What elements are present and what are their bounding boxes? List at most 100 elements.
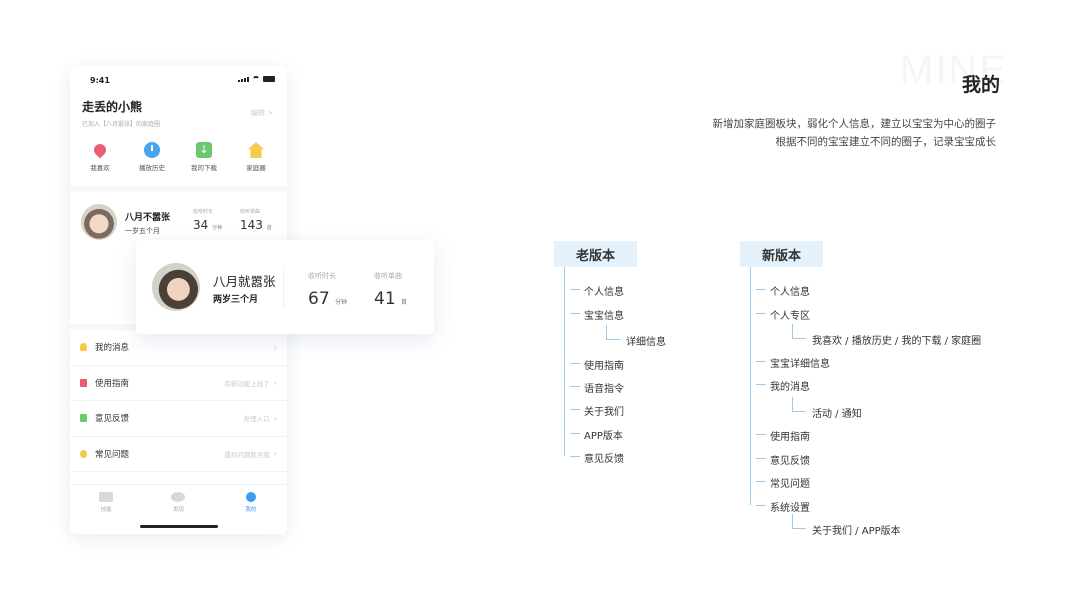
home-indicator xyxy=(140,525,218,528)
user-title: 走丢的小熊 xyxy=(82,100,143,114)
baby-name: 八月就嚣张 xyxy=(213,274,276,289)
menu-hint: 处理入口 xyxy=(243,415,270,424)
battery-icon xyxy=(263,76,275,82)
menu-label: 常见问题 xyxy=(95,449,130,460)
tree-line xyxy=(564,267,565,456)
person-icon xyxy=(245,492,256,502)
tab-label: 技能 xyxy=(100,507,112,513)
menu-label: 我的消息 xyxy=(95,343,130,354)
stat-label: 收听单曲 xyxy=(240,209,261,215)
tree-subnode: 详细信息 xyxy=(606,325,666,348)
quick-item-history[interactable]: 播放历史 xyxy=(130,142,174,172)
page-title: 我的 xyxy=(961,74,1000,96)
quick-label: 家庭圈 xyxy=(246,164,266,172)
stat-value: 143 首 xyxy=(240,218,272,232)
quick-label: 我的下载 xyxy=(191,164,217,172)
stat-label: 收听时长 xyxy=(308,272,336,280)
tree-node: 系统设置 xyxy=(756,499,810,514)
menu-label: 意见反馈 xyxy=(95,414,130,425)
status-time: 9:41 xyxy=(90,76,110,85)
tree-subnode: 关于我们 / APP版本 xyxy=(792,514,901,537)
description-line-1: 新增加家庭圈板块，弱化个人信息，建立以宝宝为中心的圈子 xyxy=(712,118,997,130)
baby-card-expanded[interactable]: 八月就嚣张 两岁三个月 收听时长 67 分钟 收听单曲 41 首 xyxy=(136,240,434,334)
menu-item-faq[interactable]: 常见问题 遇到问题就点我 › xyxy=(70,437,287,472)
signal-icon xyxy=(238,77,249,82)
heart-icon xyxy=(91,141,109,159)
card-separator xyxy=(283,270,284,308)
chevron-right-icon: › xyxy=(273,413,277,423)
tab-label: 发现 xyxy=(172,507,184,513)
menu-item-messages[interactable]: 我的消息 › xyxy=(70,330,287,366)
menu-label: 使用指南 xyxy=(95,378,130,389)
status-icons xyxy=(238,76,275,82)
tree-node: 语音指令 xyxy=(570,380,624,395)
stat-value: 41 首 xyxy=(374,289,407,309)
tree-node: APP版本 xyxy=(570,427,623,442)
status-bar: 9:41 xyxy=(70,66,287,92)
edit-button[interactable]: 编辑 > xyxy=(251,108,273,118)
bell-icon xyxy=(80,343,87,352)
baby-avatar xyxy=(81,204,117,240)
tree-node: 常见问题 xyxy=(756,475,810,490)
tree-node: 关于我们 xyxy=(570,403,624,418)
menu-item-feedback[interactable]: 意见反馈 处理入口 › xyxy=(70,401,287,437)
tree-node: 宝宝信息 xyxy=(570,307,624,322)
quick-actions: 我喜欢 播放历史 我的下载 家庭圈 xyxy=(78,141,278,172)
user-subtitle: 已加入【八月嚣张】的家庭圈 xyxy=(82,121,161,128)
tab-bar: 技能 发现 我的 xyxy=(70,484,287,518)
listen-time-stat: 收听时长 67 分钟 xyxy=(308,271,347,309)
tree-node: 个人专区 xyxy=(756,307,810,322)
tab-mine[interactable]: 我的 xyxy=(215,485,287,518)
stat-unit: 首 xyxy=(401,299,408,306)
tab-skills[interactable]: 技能 xyxy=(70,485,142,518)
stat-unit: 分钟 xyxy=(335,299,348,306)
tree-node: 宝宝详细信息 xyxy=(756,355,830,370)
quick-item-favorites[interactable]: 我喜欢 xyxy=(78,141,122,172)
quick-label: 播放历史 xyxy=(139,164,165,172)
chevron-right-icon: › xyxy=(273,449,277,459)
old-version-header: 老版本 xyxy=(554,241,637,267)
tree-subnode: 活动 / 通知 xyxy=(792,397,862,420)
question-icon xyxy=(80,449,87,458)
listen-count-stat: 收听单曲 143 首 xyxy=(240,208,272,232)
listen-time-stat: 收听时长 34 分钟 xyxy=(193,208,222,232)
tree-line xyxy=(750,267,751,505)
wifi-icon xyxy=(252,76,260,82)
feedback-icon xyxy=(80,414,87,423)
tree-subnode: 我喜欢 / 播放历史 / 我的下载 / 家庭圈 xyxy=(791,324,981,347)
section-divider xyxy=(70,186,287,192)
stat-value: 34 分钟 xyxy=(193,218,222,232)
tab-label: 我的 xyxy=(245,507,257,513)
baby-avatar xyxy=(152,263,200,311)
tree-node: 我的消息 xyxy=(756,378,810,393)
menu-hint: 遇到问题就点我 xyxy=(224,450,270,459)
description-line-2: 根据不同的宝宝建立不同的圈子，记录宝宝成长 xyxy=(775,136,997,148)
quick-item-downloads[interactable]: 我的下载 xyxy=(182,142,226,172)
menu-list: 我的消息 › 使用指南 有新功能上线了 › 意见反馈 处理入口 › 常见问题 遇… xyxy=(70,330,287,472)
download-icon xyxy=(196,142,212,158)
clock-icon xyxy=(144,142,160,158)
stat-number: 143 xyxy=(240,218,263,232)
stat-number: 34 xyxy=(193,218,209,232)
quick-label: 我喜欢 xyxy=(90,164,110,172)
stat-number: 67 xyxy=(308,289,330,309)
tab-discover[interactable]: 发现 xyxy=(142,485,214,518)
tree-node: 意见反馈 xyxy=(570,450,624,465)
stat-value: 67 分钟 xyxy=(308,289,347,309)
book-icon xyxy=(80,378,87,387)
tree-node: 使用指南 xyxy=(570,357,624,372)
stat-label: 收听时长 xyxy=(193,209,214,215)
quick-item-family[interactable]: 家庭圈 xyxy=(234,142,278,172)
tree-node: 个人信息 xyxy=(756,283,810,298)
menu-item-guide[interactable]: 使用指南 有新功能上线了 › xyxy=(70,366,287,401)
menu-hint: 有新功能上线了 xyxy=(224,379,270,388)
new-version-header: 新版本 xyxy=(740,241,823,267)
stat-number: 41 xyxy=(374,289,396,309)
stat-label: 收听单曲 xyxy=(374,272,402,280)
tree-node: 个人信息 xyxy=(570,283,624,298)
chevron-right-icon: › xyxy=(273,378,277,388)
stat-unit: 首 xyxy=(266,225,272,231)
tree-node: 意见反馈 xyxy=(756,452,810,467)
planet-icon xyxy=(171,492,186,502)
baby-row[interactable]: 八月不嚣张 一岁五个月 收听时长 34 分钟 收听单曲 143 首 xyxy=(78,204,278,244)
